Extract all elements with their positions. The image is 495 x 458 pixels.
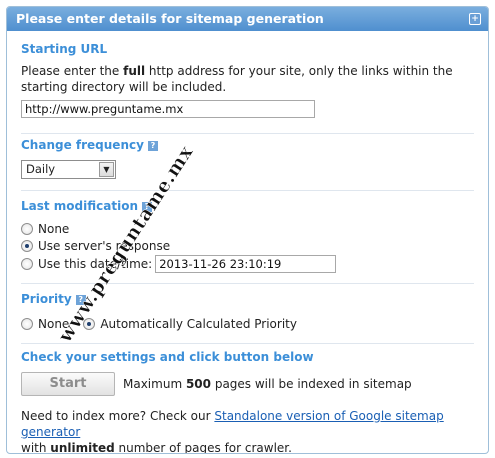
starting-url-section: Starting URL Please enter the full http … xyxy=(21,42,474,118)
radio-none[interactable] xyxy=(21,223,33,235)
radio-priority-auto[interactable] xyxy=(83,318,96,330)
radio-priority-none[interactable] xyxy=(21,318,33,330)
check-title: Check your settings and click button bel… xyxy=(21,350,314,364)
radio-option-datetime[interactable]: Use this date/time: xyxy=(21,255,474,273)
priority-section: Priority? None Automatically Calculated … xyxy=(21,292,474,332)
desc-bold: full xyxy=(123,64,146,78)
panel-title: Please enter details for sitemap generat… xyxy=(16,11,324,26)
starting-url-title: Starting URL xyxy=(21,42,108,56)
radio-label: Use this date/time: xyxy=(38,257,153,271)
priority-label: Priority xyxy=(21,292,72,306)
change-frequency-section: Change frequency? Daily ▼ xyxy=(21,138,474,179)
last-modification-section: Last modification? None Use server's res… xyxy=(21,199,474,273)
change-frequency-value: Daily xyxy=(26,162,56,176)
start-row: Start Maximum 500 pages will be indexed … xyxy=(21,372,474,396)
max-pre: Maximum xyxy=(123,377,186,391)
start-button[interactable]: Start xyxy=(21,372,115,396)
radio-label: None xyxy=(38,222,70,236)
check-section: Check your settings and click button bel… xyxy=(21,350,474,454)
change-frequency-select[interactable]: Daily ▼ xyxy=(21,160,116,179)
help-icon[interactable]: ? xyxy=(147,141,158,151)
max-pages-text: Maximum 500 pages will be indexed in sit… xyxy=(123,377,412,391)
radio-datetime[interactable] xyxy=(21,258,33,270)
radio-option-none[interactable]: None xyxy=(21,221,474,237)
max-post: pages will be indexed in sitemap xyxy=(211,377,412,391)
change-frequency-title: Change frequency? xyxy=(21,138,474,152)
panel-header: Please enter details for sitemap generat… xyxy=(7,7,488,31)
footer-pre: Need to index more? Check our xyxy=(21,409,215,423)
footer-text: Need to index more? Check our Standalone… xyxy=(21,408,474,454)
starting-url-description: Please enter the full http address for y… xyxy=(21,63,474,95)
priority-title: Priority? xyxy=(21,292,474,306)
datetime-input[interactable] xyxy=(155,255,337,273)
radio-label: Automatically Calculated Priority xyxy=(100,317,297,331)
radio-label: None xyxy=(38,317,70,331)
divider xyxy=(21,190,474,191)
help-icon[interactable]: ? xyxy=(142,202,152,212)
help-icon[interactable]: ? xyxy=(75,295,86,305)
max-num: 500 xyxy=(185,377,212,391)
divider xyxy=(21,283,474,284)
radio-option-server-response[interactable]: Use server's response xyxy=(21,238,474,254)
radio-server-response[interactable] xyxy=(21,240,33,252)
collapse-icon[interactable]: + xyxy=(469,13,481,25)
priority-options: None Automatically Calculated Priority xyxy=(21,316,474,332)
last-modification-label: Last modification xyxy=(21,199,138,213)
starting-url-input[interactable] xyxy=(21,100,315,118)
last-modification-title: Last modification? xyxy=(21,199,474,213)
footer-bold: unlimited xyxy=(50,441,115,454)
radio-label: Use server's response xyxy=(38,239,171,253)
chevron-down-icon[interactable]: ▼ xyxy=(99,162,114,177)
footer-line2-pre: with xyxy=(21,441,51,454)
change-frequency-label: Change frequency xyxy=(21,138,144,152)
divider xyxy=(21,343,474,344)
footer-line2-post: number of pages for crawler. xyxy=(114,441,292,454)
divider xyxy=(21,133,474,134)
sitemap-panel: Please enter details for sitemap generat… xyxy=(6,6,489,454)
desc-text: Please enter the xyxy=(21,64,124,78)
